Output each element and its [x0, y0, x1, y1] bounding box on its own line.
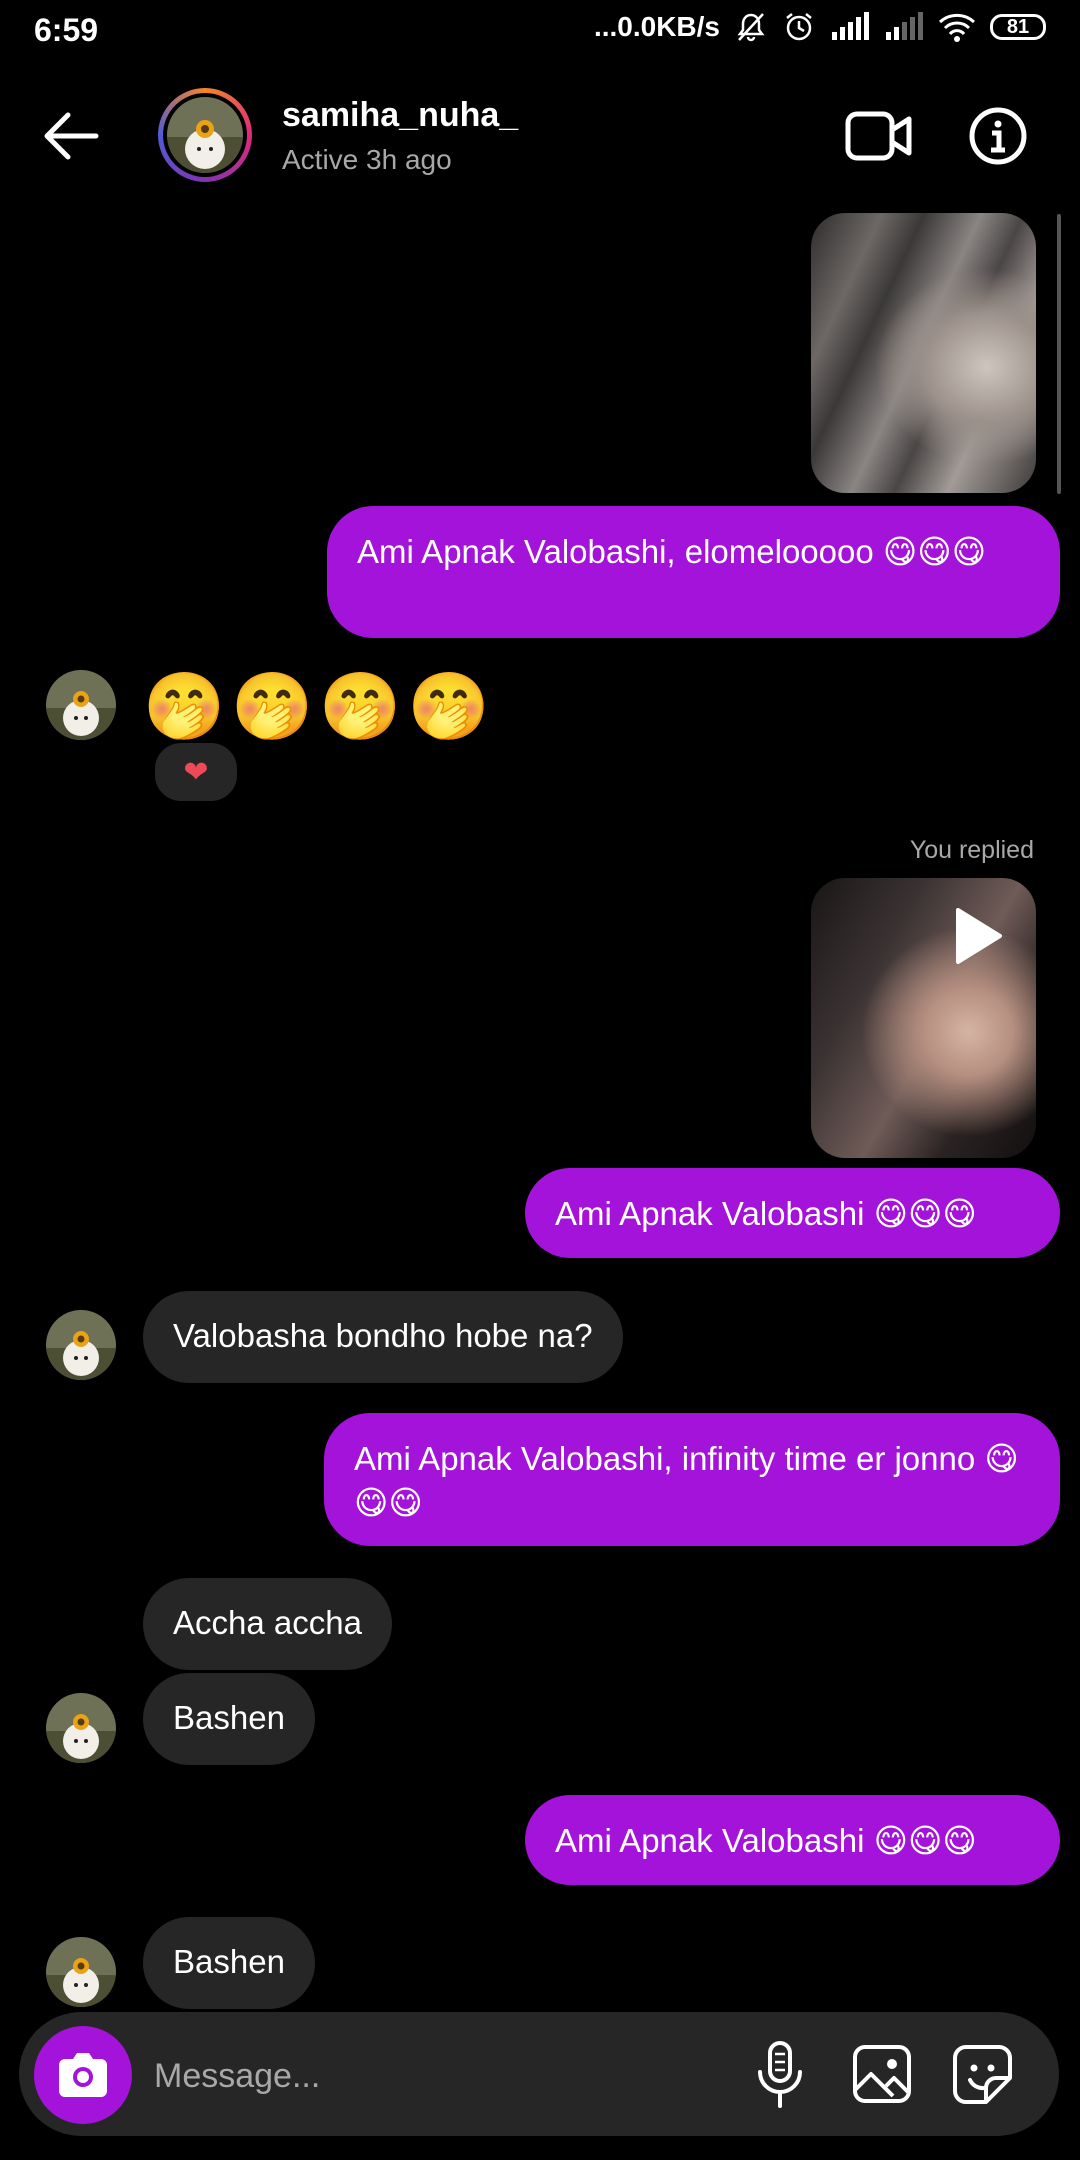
camera-icon: [59, 2053, 107, 2097]
chat-username[interactable]: samiha_nuha_: [282, 96, 518, 135]
play-icon: [956, 908, 1002, 964]
heart-reaction[interactable]: ❤: [152, 740, 240, 804]
sent-photo[interactable]: [811, 213, 1036, 493]
received-message: Accha accha: [143, 1578, 392, 1670]
sent-video[interactable]: [811, 878, 1036, 1158]
sender-avatar[interactable]: [46, 1693, 116, 1763]
mute-icon: [737, 13, 765, 42]
active-status: Active 3h ago: [282, 144, 452, 175]
sent-message: Ami Apnak Valobashi, infinity time er jo…: [324, 1413, 1060, 1546]
camera-button[interactable]: [34, 2026, 132, 2124]
microphone-icon[interactable]: [755, 2040, 805, 2110]
received-message: Valobasha bondho hobe na?: [143, 1291, 623, 1383]
alarm-icon: [786, 13, 812, 41]
back-arrow-icon[interactable]: [40, 105, 102, 167]
video-camera-icon[interactable]: [845, 108, 913, 164]
emoji-message: 🤭🤭🤭🤭: [143, 668, 496, 745]
story-ring[interactable]: [158, 88, 252, 182]
received-message: Bashen: [143, 1673, 315, 1765]
status-time: 6:59: [34, 12, 99, 48]
wifi-icon: [938, 13, 976, 42]
sent-message: Ami Apnak Valobashi, elomelooooo 😋😋😋: [327, 506, 1060, 638]
battery-indicator: 81: [990, 14, 1046, 40]
network-speed: ...0.0KB/s: [593, 11, 720, 42]
you-replied-label: You replied: [909, 836, 1034, 864]
image-icon[interactable]: [852, 2044, 912, 2104]
sticker-icon[interactable]: [952, 2044, 1014, 2106]
sender-avatar[interactable]: [46, 1937, 116, 2007]
sent-message: Ami Apnak Valobashi 😋😋😋: [525, 1795, 1060, 1885]
status-icons: ...0.0KB/s 81: [594, 10, 1046, 44]
signal-icon: [832, 12, 869, 40]
received-message: Bashen: [143, 1917, 315, 2009]
signal-weak-icon: [886, 12, 923, 40]
sender-avatar[interactable]: [46, 670, 116, 740]
scrollbar[interactable]: [1057, 214, 1061, 494]
info-icon[interactable]: [968, 106, 1028, 166]
message-input[interactable]: [152, 2045, 716, 2107]
avatar: [167, 97, 243, 173]
sender-avatar[interactable]: [46, 1310, 116, 1380]
sent-message: Ami Apnak Valobashi 😋😋😋: [525, 1168, 1060, 1258]
